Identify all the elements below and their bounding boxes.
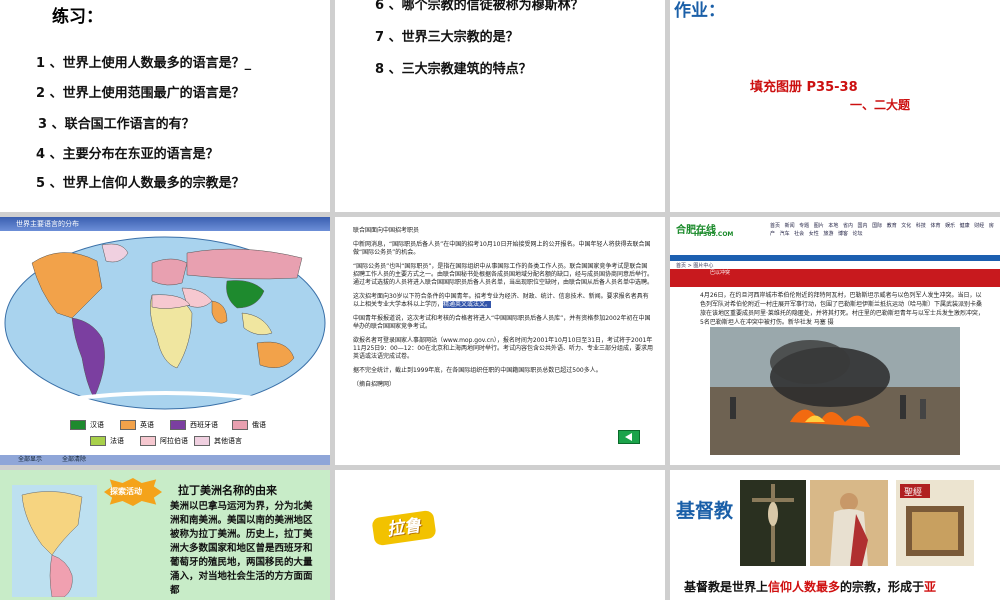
bible-image: 聖經 bbox=[896, 480, 974, 566]
legend-item[interactable]: 俄语 bbox=[232, 420, 266, 430]
europe bbox=[151, 258, 188, 286]
world-language-map bbox=[4, 236, 326, 410]
clear-all-button[interactable]: 全部清除 bbox=[62, 456, 86, 463]
slide-thumbnail-8[interactable]: 拉鲁 bbox=[335, 470, 665, 600]
legend-swatch bbox=[232, 420, 248, 430]
paragraph: 据不完全统计，截止到1999年底，在各国际组织任职的中国籍国际职员总数已超过50… bbox=[353, 367, 602, 374]
slide-thumbnail-7[interactable]: 探索活动 拉丁美洲名称的由来 美洲以巴拿马运河为界，分为北美洲和南美洲。美国以南… bbox=[0, 470, 330, 600]
slide-thumbnail-3[interactable]: 作业： 填充图册 P35-38 一、二大题 bbox=[670, 0, 1000, 212]
map-footer: 全部显示 全部清除 bbox=[0, 455, 330, 465]
legend-swatch bbox=[170, 420, 186, 430]
source-note: （摘自招聘网） bbox=[353, 381, 396, 388]
legend-item[interactable]: 阿拉伯语 bbox=[140, 436, 188, 446]
breadcrumb[interactable]: 首页 > 图片中心 bbox=[676, 262, 713, 269]
question-1: 1 、世界上使用人数最多的语言是？_ bbox=[36, 56, 252, 71]
russia bbox=[186, 248, 303, 280]
slide-thumbnail-4[interactable]: 世界主要语言的分布 汉语 英语 西班牙语 俄语 法语 阿拉伯语 其他语言 全部显… bbox=[0, 217, 330, 465]
homework-title: 作业： bbox=[674, 1, 725, 21]
highlighted-text: 精通英文或法文。 bbox=[443, 301, 492, 308]
americas-map bbox=[12, 485, 97, 597]
legend-item[interactable]: 英语 bbox=[120, 420, 154, 430]
slide-thumbnail-2[interactable]: 6 、哪个宗教的信徒被称为穆斯林？ 7 、世界三大宗教的是？ 8 、三大宗教建筑… bbox=[335, 0, 665, 212]
question-2: 2 、世界上使用范围最广的语言是？ bbox=[36, 86, 245, 101]
legend-swatch bbox=[140, 436, 156, 446]
slide-thumbnail-9[interactable]: 基督教 聖經 基督教是世界上信仰人数最多的宗教，形成于亚 bbox=[670, 470, 1000, 600]
legend-swatch bbox=[194, 436, 210, 446]
svg-text:聖經: 聖經 bbox=[904, 486, 922, 498]
crucifixion-image bbox=[740, 480, 806, 566]
paragraph: 这次招考面向30岁以下符合条件的中国青年。招考专业为经济、财政、统计、信息技术、… bbox=[353, 293, 649, 308]
news-text: 4月26日，在约旦河西岸城市希伯伦附近的拜特阿瓦村，巴勒斯坦示威者与以色列军人发… bbox=[700, 292, 984, 326]
question-3: 3 、联合国工作语言的有？ bbox=[38, 117, 195, 132]
legend-item[interactable]: 其他语言 bbox=[194, 436, 242, 446]
news-photo bbox=[710, 327, 960, 455]
slide-title: 基督教 bbox=[676, 500, 734, 522]
show-all-button[interactable]: 全部显示 bbox=[18, 456, 42, 463]
paragraph: 中新网消息，“国际职员后备人员”在中国的招考10月10日开始接受网上的公开报名。… bbox=[353, 241, 651, 256]
paragraph: 中国青年报报道说，这次考试和考核的合格者将进入“中国国际职员后备人员库”，并有资… bbox=[353, 315, 651, 330]
legend-item[interactable]: 西班牙语 bbox=[170, 420, 218, 430]
word-art-label: 拉鲁 bbox=[371, 509, 437, 547]
site-nav[interactable]: 首页 新闻 专题 图片 本地 省内 国内 国际 教育 文化 科技 体育 娱乐 健… bbox=[770, 222, 998, 238]
site-logo-sub: HF365.COM bbox=[694, 231, 734, 238]
headline: 巴以冲突 bbox=[710, 270, 731, 276]
question-4: 4 、主要分布在东亚的语言是？ bbox=[36, 147, 219, 162]
headline-bar: 巴以冲突 bbox=[670, 269, 1000, 287]
back-arrow-button[interactable] bbox=[618, 430, 640, 444]
article-text: 联合国面向中国招考职员 中新网消息，“国际职员后备人员”在中国的招考10月10日… bbox=[353, 227, 653, 395]
section-body: 美洲以巴拿马运河为界，分为北美洲和南美洲。美国以南的美洲地区被称为拉丁美洲。历史… bbox=[170, 501, 313, 596]
question-8: 8 、三大宗教建筑的特点？ bbox=[375, 62, 532, 77]
slide-thumbnail-5[interactable]: 联合国面向中国招考职员 中新网消息，“国际职员后备人员”在中国的招考10月10日… bbox=[335, 217, 665, 465]
question-5: 5 、世界上信仰人数最多的宗教是？ bbox=[36, 176, 245, 191]
slide-title: 练习： bbox=[52, 7, 103, 27]
homework-line-1: 填充图册 P35-38 bbox=[750, 80, 858, 95]
legend-swatch bbox=[70, 420, 86, 430]
slide-thumbnail-6[interactable]: 合肥在线 HF365.COM 首页 新闻 专题 图片 本地 省内 国内 国际 教… bbox=[670, 217, 1000, 465]
homework-line-2: 一、二大题 bbox=[850, 98, 911, 112]
badge-label: 探索活动 bbox=[110, 487, 142, 496]
section-title: 拉丁美洲名称的由来 bbox=[178, 484, 277, 497]
paragraph: 欲报名者可登录国家人事部网站（www.mop.gov.cn），报名时间为2001… bbox=[353, 337, 653, 360]
paragraph: “国际公务员”也叫“国际职员”，是指在国际组织中从事国际工作的各类工作人员。联合… bbox=[353, 263, 654, 286]
article-heading: 联合国面向中国招考职员 bbox=[353, 227, 420, 234]
map-header: 世界主要语言的分布 bbox=[0, 217, 330, 231]
slide-thumbnail-1[interactable]: 练习： 1 、世界上使用人数最多的语言是？_ 2 、世界上使用范围最广的语言是？… bbox=[0, 0, 330, 212]
nav-bar bbox=[670, 255, 1000, 261]
question-6: 6 、哪个宗教的信徒被称为穆斯林？ bbox=[375, 0, 584, 13]
question-7: 7 、世界三大宗教的是？ bbox=[375, 30, 519, 45]
jesus-painting bbox=[810, 480, 888, 566]
legend-item[interactable]: 法语 bbox=[90, 436, 124, 446]
legend-swatch bbox=[120, 420, 136, 430]
legend-swatch bbox=[90, 436, 106, 446]
caption: 基督教是世界上信仰人数最多的宗教，形成于亚 bbox=[684, 580, 937, 594]
legend-item[interactable]: 汉语 bbox=[70, 420, 104, 430]
